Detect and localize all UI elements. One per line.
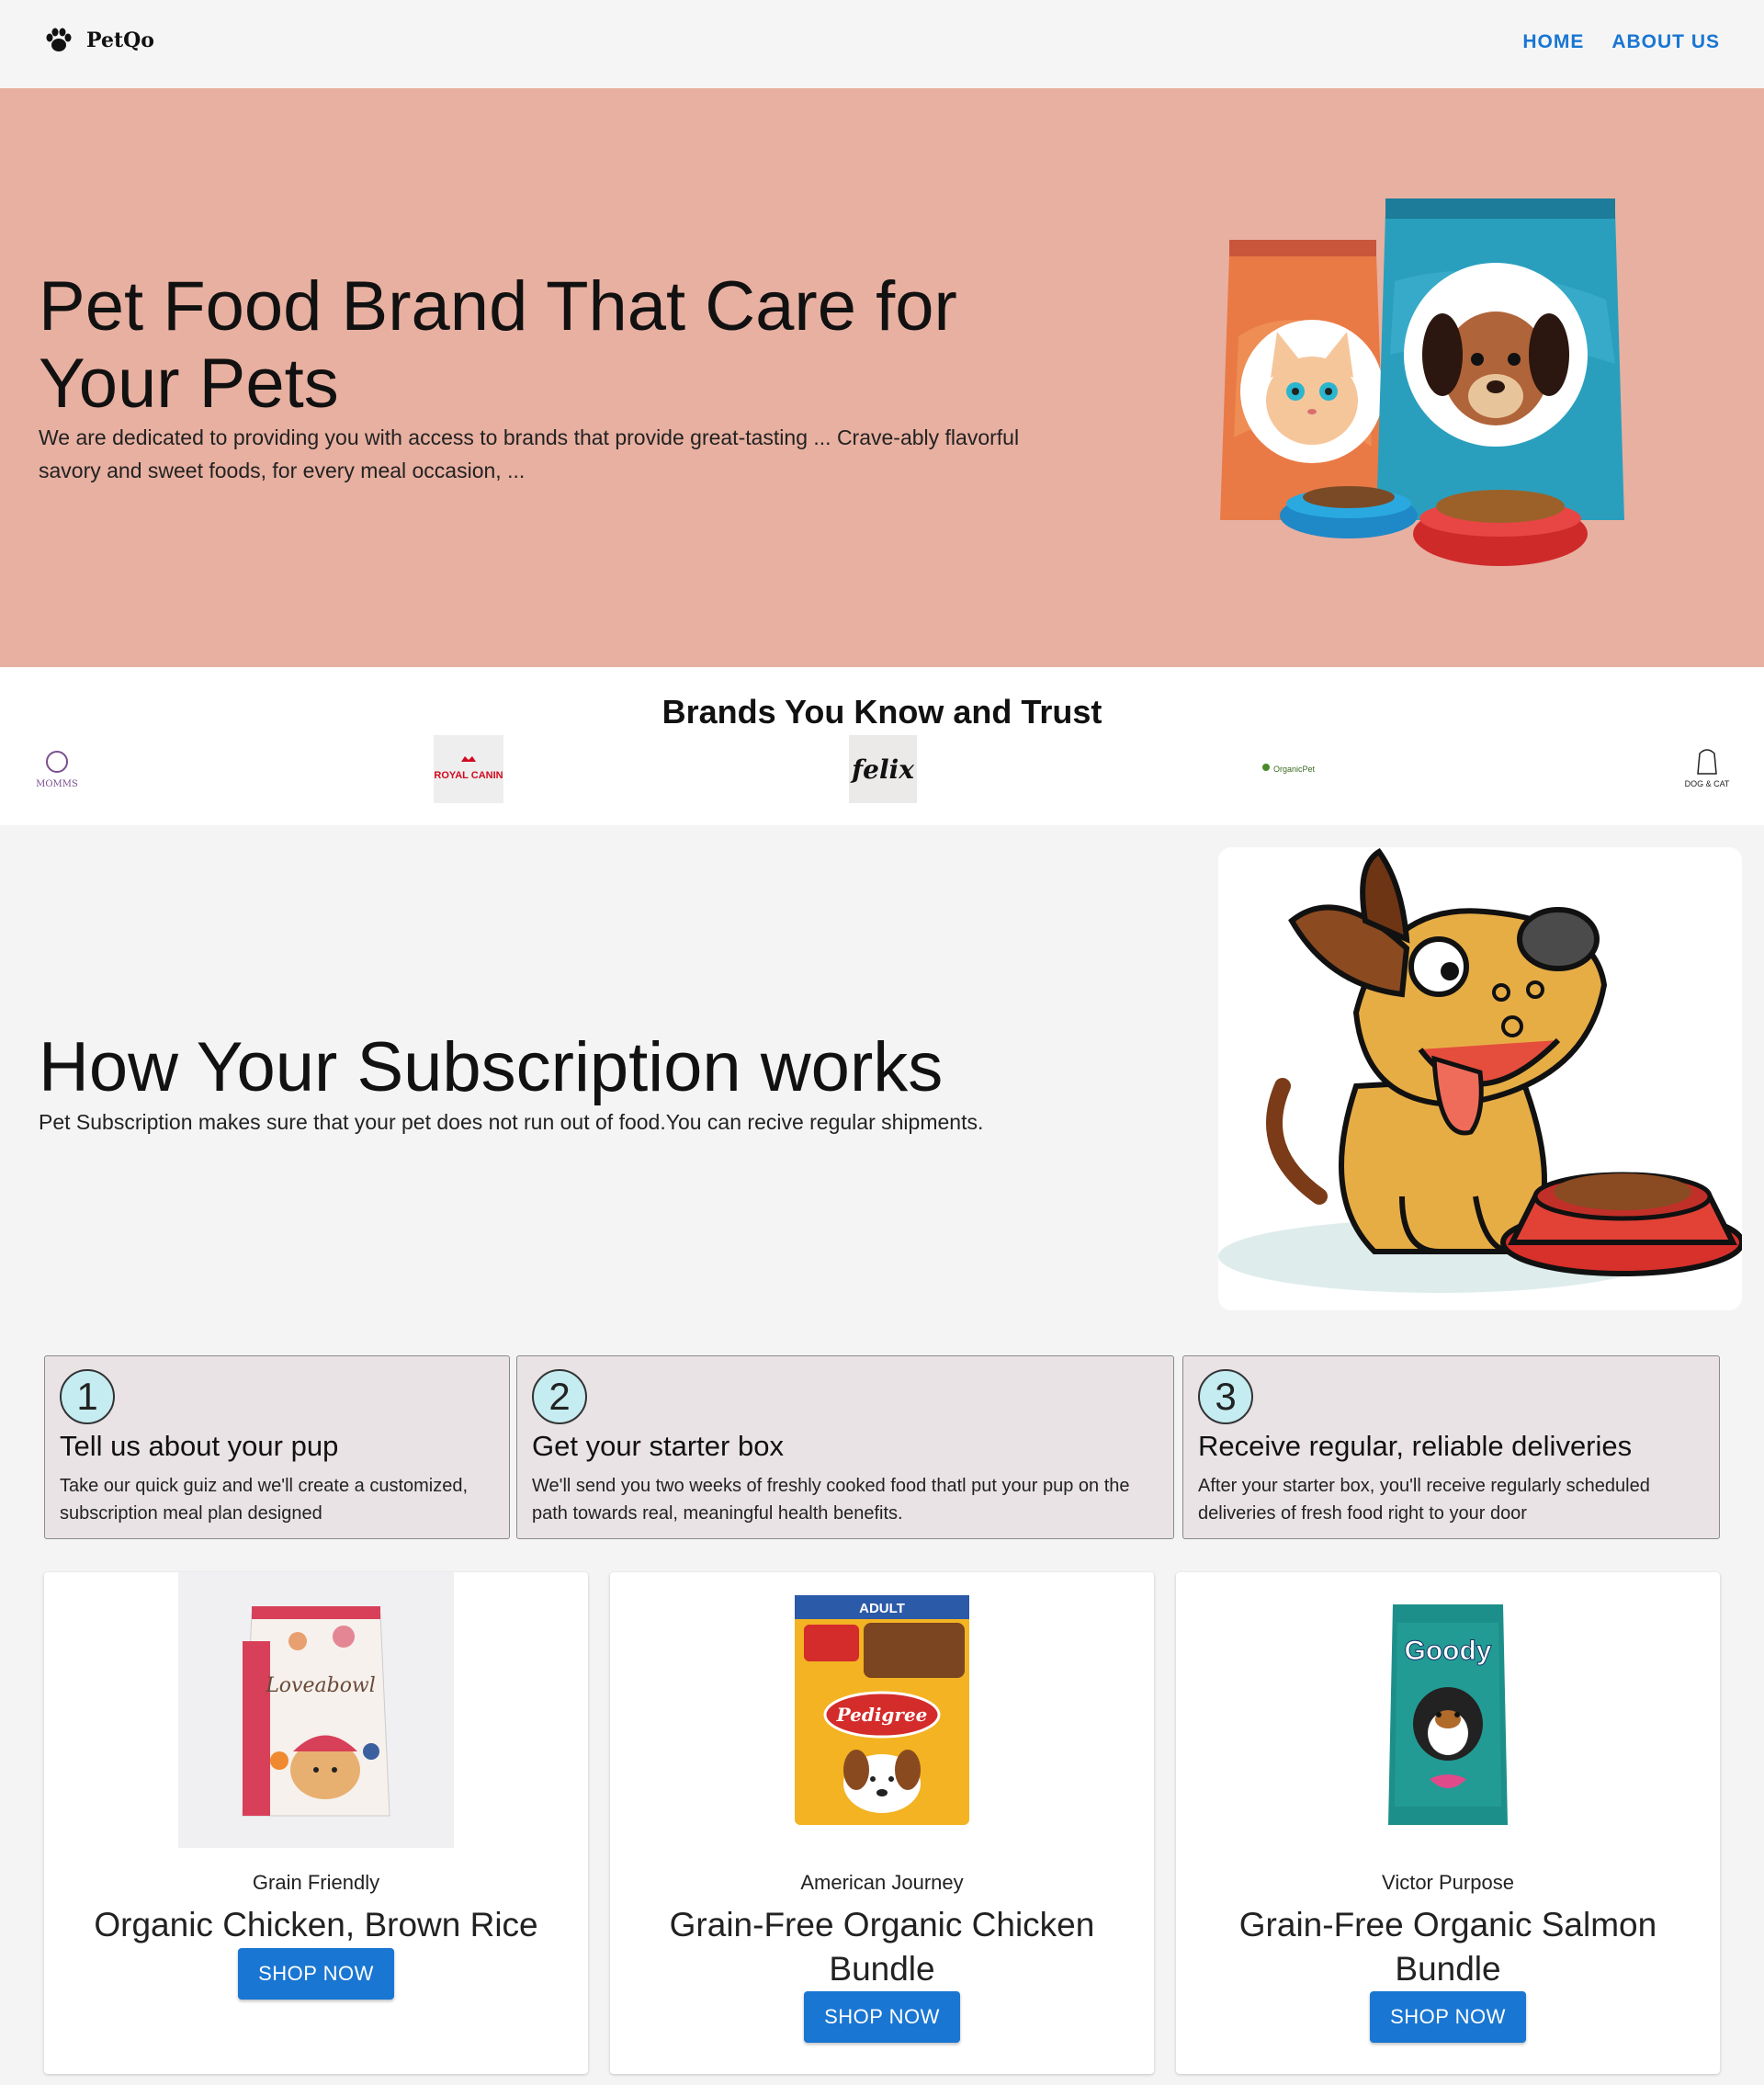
brand-logo-royal-canin: ROYAL CANIN bbox=[434, 735, 503, 803]
felix-logo: felix bbox=[850, 754, 914, 785]
logo[interactable]: PetQo bbox=[44, 28, 154, 53]
svg-text:OrganicPet: OrganicPet bbox=[1273, 765, 1316, 774]
svg-text:Goody: Goody bbox=[1405, 1636, 1492, 1666]
step-description: Take our quick guiz and we'll create a c… bbox=[60, 1476, 469, 1524]
brands-title: Brands You Know and Trust bbox=[662, 693, 1102, 731]
royal-canin-logo: ROYAL CANIN bbox=[434, 756, 503, 781]
svg-text:DOG & CAT: DOG & CAT bbox=[1685, 779, 1730, 788]
step-card-2: 2 Get your starter box We'll send you tw… bbox=[516, 1355, 1174, 1539]
shop-now-button[interactable]: SHOP NOW bbox=[1370, 1991, 1526, 2043]
product-brand: Victor Purpose bbox=[1382, 1871, 1514, 1894]
product-card-1: Loveabowl Grain Friendly Organic Chicken… bbox=[44, 1572, 588, 2074]
goody-package-image: Goody bbox=[1388, 1604, 1508, 1825]
product-image: Goody bbox=[1310, 1572, 1586, 1848]
brand-logo-momms: MOMMS bbox=[28, 735, 86, 803]
svg-text:MOMMS: MOMMS bbox=[36, 779, 78, 789]
dog-cat-logo: DOG & CAT bbox=[1685, 749, 1730, 788]
step-title: Tell us about your pup bbox=[60, 1430, 339, 1462]
step-description: After your starter box, you'll receive r… bbox=[1198, 1476, 1650, 1524]
paw-icon bbox=[46, 28, 72, 51]
step-card-3: 3 Receive regular, reliable deliveries A… bbox=[1182, 1355, 1720, 1539]
brand-logo-felix: felix bbox=[849, 735, 917, 803]
hero-section: Pet Food Brand That Care for Your Pets W… bbox=[0, 88, 1764, 667]
step-number-badge: 1 bbox=[60, 1369, 115, 1424]
step-description: We'll send you two weeks of freshly cook… bbox=[532, 1476, 1130, 1524]
pedigree-package-image: ADULT Pedigree bbox=[795, 1595, 969, 1825]
shop-now-button[interactable]: SHOP NOW bbox=[804, 1991, 960, 2043]
step-title: Get your starter box bbox=[532, 1430, 784, 1462]
product-card-3: Goody Victor Purpose Grain-Free Organic … bbox=[1176, 1572, 1720, 2074]
logo-text: PetQo bbox=[86, 28, 154, 52]
pet-food-bags-illustration bbox=[1220, 198, 1624, 566]
happy-dog-illustration bbox=[1218, 847, 1742, 1293]
product-brand: American Journey bbox=[800, 1871, 964, 1894]
product-brand: Grain Friendly bbox=[252, 1871, 380, 1894]
subscription-description: Pet Subscription makes sure that your pe… bbox=[39, 1110, 984, 1134]
step-card-1: 1 Tell us about your pup Take our quick … bbox=[44, 1355, 510, 1539]
product-card-2: ADULT Pedigree American Journey Grain-Fr… bbox=[610, 1572, 1154, 2074]
nav-home[interactable]: HOME bbox=[1522, 31, 1584, 53]
brand-logo-organicpet: OrganicPet bbox=[1259, 735, 1332, 803]
step-title: Receive regular, reliable deliveries bbox=[1198, 1430, 1633, 1462]
loveabowl-package-image: Loveabowl bbox=[242, 1606, 390, 1817]
product-image: ADULT Pedigree bbox=[744, 1572, 1020, 1848]
hero-description: We are dedicated to providing you with a… bbox=[39, 425, 1020, 482]
svg-text:felix: felix bbox=[850, 754, 914, 785]
svg-text:ADULT: ADULT bbox=[859, 1601, 905, 1616]
momms-logo: MOMMS bbox=[36, 751, 78, 789]
product-name: Organic Chicken, Brown Rice bbox=[94, 1906, 538, 1943]
brands-section: Brands You Know and Trust MOMMS ROYAL CA… bbox=[0, 667, 1764, 825]
main-nav: HOME ABOUT US bbox=[1522, 31, 1720, 53]
svg-text:Pedigree: Pedigree bbox=[836, 1704, 928, 1726]
product-image: Loveabowl bbox=[178, 1572, 454, 1848]
product-name: Grain-Free Organic Chicken Bundle bbox=[669, 1906, 1095, 1988]
brand-logo-dog-cat: DOG & CAT bbox=[1679, 735, 1735, 803]
subscription-title: How Your Subscription works bbox=[39, 1028, 944, 1106]
svg-text:Loveabowl: Loveabowl bbox=[265, 1674, 376, 1697]
shop-now-button[interactable]: SHOP NOW bbox=[238, 1948, 394, 2000]
step-number-badge: 3 bbox=[1198, 1369, 1253, 1424]
organicpet-logo: OrganicPet bbox=[1262, 764, 1316, 774]
svg-text:ROYAL CANIN: ROYAL CANIN bbox=[434, 770, 503, 781]
nav-about-us[interactable]: ABOUT US bbox=[1611, 31, 1720, 53]
dog-with-bowl-illustration bbox=[1218, 847, 1742, 1310]
hero-title: Pet Food Brand That Care for Your Pets bbox=[39, 267, 957, 423]
step-number-badge: 2 bbox=[532, 1369, 587, 1424]
product-name: Grain-Free Organic Salmon Bundle bbox=[1238, 1906, 1657, 1988]
top-app-bar: PetQo HOME ABOUT US bbox=[0, 0, 1764, 88]
